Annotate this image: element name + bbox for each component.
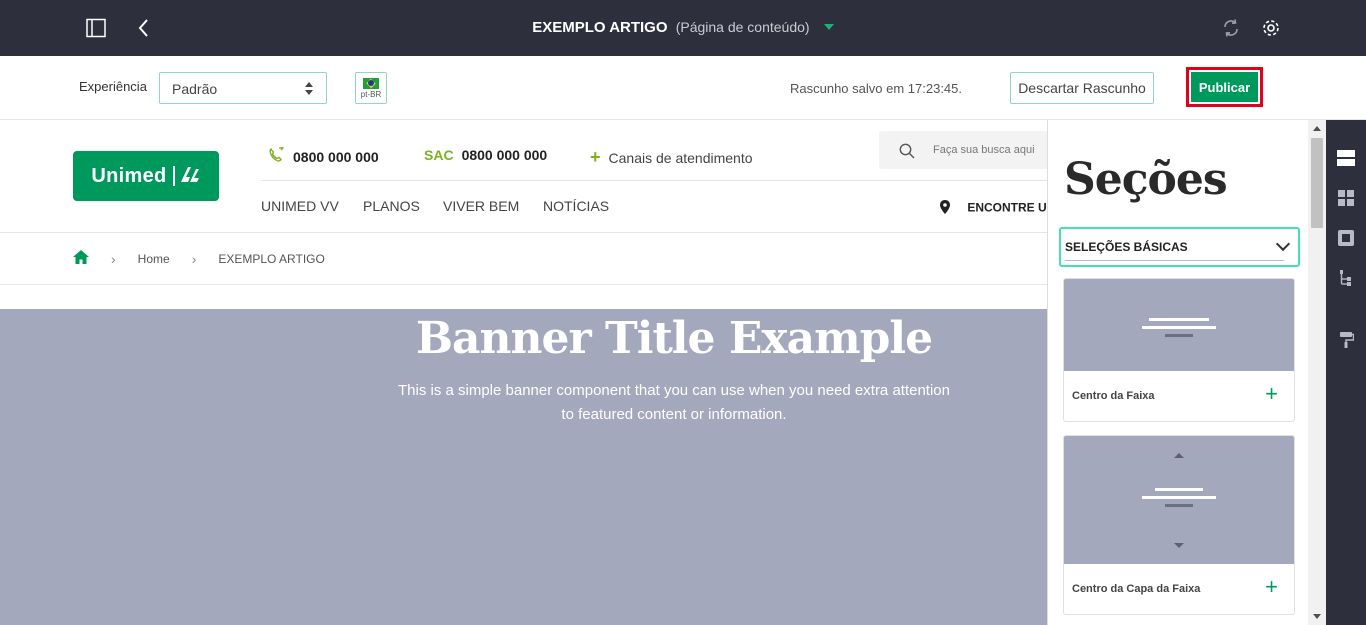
fragment-icon[interactable] (1336, 228, 1356, 248)
banner-text: This is a simple banner component that y… (300, 379, 1047, 427)
sections-category-value: SELEÇÕES BÁSICAS (1065, 240, 1188, 254)
sac-label: SAC (424, 147, 454, 163)
panel-title: Seções (1064, 154, 1228, 205)
unimed-tree-icon (179, 165, 201, 188)
widgets-icon[interactable] (1336, 188, 1356, 208)
nav-item-noticias[interactable]: NOTÍCIAS (543, 198, 609, 214)
banner-text-line: This is a simple banner component that y… (397, 382, 950, 399)
find-label: ENCONTRE U (967, 200, 1047, 215)
phone-icon (268, 145, 285, 166)
plus-icon: + (590, 147, 601, 167)
brazil-flag-icon (363, 78, 379, 89)
breadcrumb-home[interactable]: Home (138, 252, 170, 266)
scrollbar-thumb[interactable] (1311, 138, 1323, 228)
search-placeholder: Faça sua busca aqui (933, 144, 1035, 156)
discard-draft-button[interactable]: Descartar Rascunho (1010, 72, 1154, 104)
breadcrumb-current: EXEMPLO ARTIGO (218, 251, 325, 266)
sac-contact[interactable]: SAC 0800 000 000 (424, 147, 547, 163)
centered-lines-icon (1142, 318, 1216, 342)
right-tool-rail (1326, 120, 1366, 625)
sections-category-select[interactable]: SELEÇÕES BÁSICAS (1059, 227, 1300, 267)
breadcrumb-bottom-border (0, 284, 1047, 285)
section-card-name: Centro da Capa da Faixa (1072, 583, 1201, 595)
sections-panel: Seções SELEÇÕES BÁSICAS Centro da Faixa … (1047, 120, 1326, 625)
page-structure-icon[interactable] (1336, 268, 1356, 288)
section-card[interactable]: Centro da Capa da Faixa + (1063, 435, 1295, 615)
arrow-down-icon (1174, 543, 1184, 548)
location-pin-icon (940, 200, 950, 217)
unimed-logo[interactable]: Unimed (73, 151, 219, 201)
header-bottom-border (0, 232, 1047, 233)
experience-label: Experiência (79, 79, 147, 94)
editor-toolbar: Experiência Padrão pt-BR Rascunho salvo … (0, 56, 1366, 120)
logo-separator (172, 166, 175, 186)
gear-icon[interactable] (1257, 14, 1285, 42)
section-card[interactable]: Centro da Faixa + (1063, 278, 1295, 422)
select-arrows-icon (304, 81, 314, 97)
breadcrumb-chevron-icon: › (191, 250, 197, 267)
chevron-down-icon (1275, 236, 1291, 252)
channels-link[interactable]: + Canais de atendimento (590, 147, 753, 168)
section-thumbnail (1064, 279, 1294, 371)
nav-item-viver-bem[interactable]: VIVER BEM (443, 198, 519, 214)
arrow-up-icon (1174, 453, 1184, 458)
home-icon[interactable] (73, 250, 89, 267)
sync-icon[interactable] (1217, 14, 1245, 42)
panel-scrollbar[interactable] (1308, 120, 1326, 625)
section-card-name: Centro da Faixa (1072, 390, 1155, 402)
site-search-input[interactable]: Faça sua busca aqui (879, 131, 1047, 169)
page-title[interactable]: EXEMPLO ARTIGO (Página de conteúdo) (0, 19, 1366, 36)
banner-text-line: to featured content or information. (561, 406, 787, 423)
scroll-up-icon[interactable] (1313, 126, 1321, 131)
page-preview: Unimed 0800 000 000 SAC 0800 000 000 + C… (0, 120, 1047, 625)
phone-number: 0800 000 000 (293, 148, 379, 165)
sac-number: 0800 000 000 (461, 147, 548, 163)
page-title-subtitle: (Página de conteúdo) (675, 19, 810, 35)
breadcrumb: › Home › EXEMPLO ARTIGO (73, 250, 325, 267)
add-section-icon[interactable]: + (1265, 576, 1278, 598)
select-underline (1065, 260, 1284, 261)
sections-icon[interactable] (1336, 148, 1356, 168)
find-link[interactable]: ENCONTRE U (940, 200, 1047, 217)
section-card-label: Centro da Faixa + (1064, 371, 1294, 421)
experience-select[interactable]: Padrão (159, 72, 327, 104)
section-thumbnail (1064, 436, 1294, 564)
search-icon (899, 143, 915, 162)
centered-lines-icon (1142, 488, 1216, 512)
banner-title: Banner Title Example (415, 313, 933, 364)
nav-item-planos[interactable]: PLANOS (363, 198, 420, 214)
experience-value: Padrão (172, 81, 218, 97)
draft-status: Rascunho salvo em 17:23:45. (790, 81, 962, 96)
paint-roller-icon[interactable] (1336, 330, 1356, 350)
top-bar: EXEMPLO ARTIGO (Página de conteúdo) (0, 0, 1366, 56)
section-card-label: Centro da Capa da Faixa + (1064, 564, 1294, 614)
channels-label: Canais de atendimento (608, 149, 753, 166)
phone-contact[interactable]: 0800 000 000 (268, 145, 379, 166)
page-title-main: EXEMPLO ARTIGO (532, 19, 668, 36)
scroll-down-icon[interactable] (1313, 614, 1321, 619)
title-dropdown-icon[interactable] (823, 24, 834, 31)
nav-item-unimed-vv[interactable]: UNIMED VV (261, 198, 339, 214)
publish-button[interactable]: Publicar (1191, 72, 1258, 102)
publish-highlight: Publicar (1186, 67, 1263, 107)
add-section-icon[interactable]: + (1265, 383, 1278, 405)
language-button[interactable]: pt-BR (355, 72, 387, 104)
language-code: pt-BR (360, 90, 382, 99)
header-divider (261, 180, 1047, 181)
breadcrumb-chevron-icon: › (111, 250, 116, 267)
logo-text: Unimed (91, 164, 167, 187)
